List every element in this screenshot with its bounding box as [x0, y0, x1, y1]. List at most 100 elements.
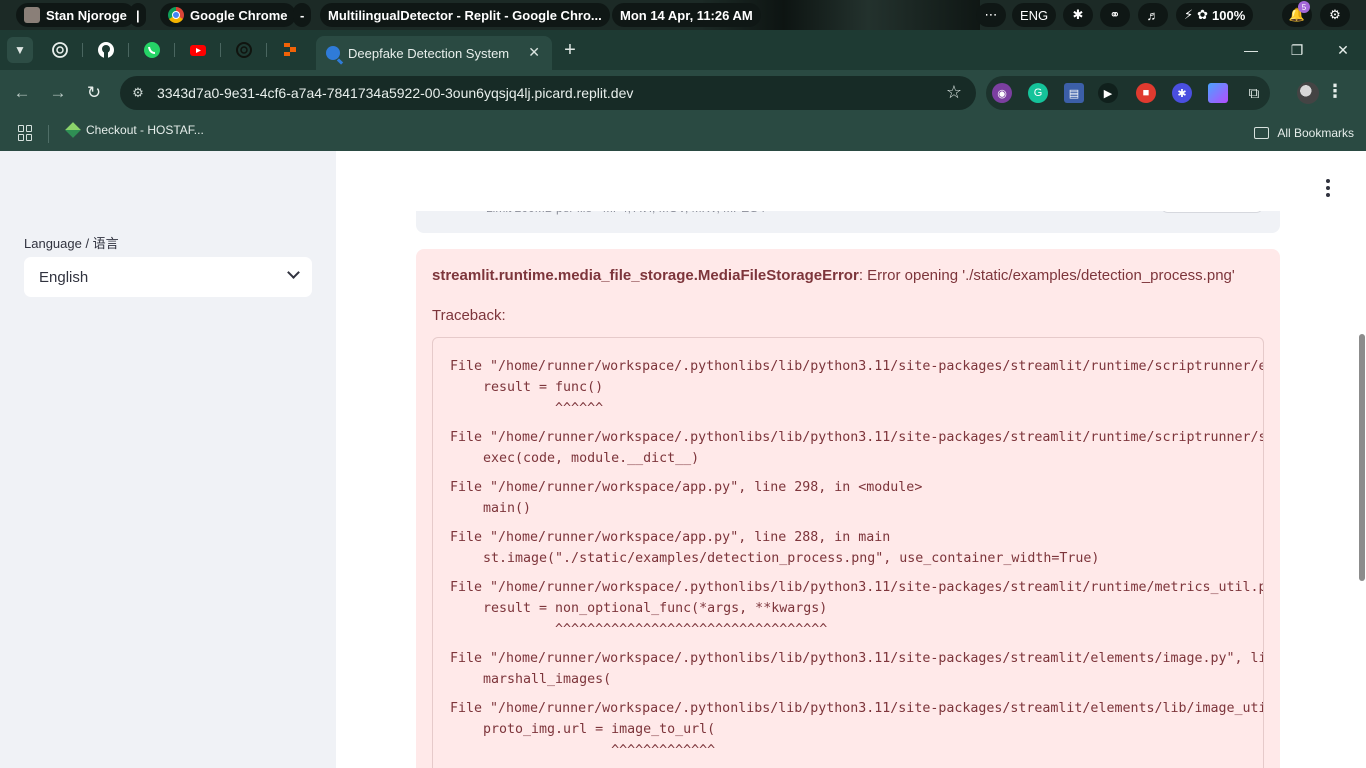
close-icon[interactable]: ✕ — [528, 44, 540, 61]
window-title: MultilingualDetector - Replit - Google C… — [328, 7, 602, 23]
address-bar[interactable]: ⚙ 3343d7a0-9e31-4cf6-a7a4-7841734a5922-0… — [120, 76, 976, 110]
tab-search-button[interactable]: ▼ — [7, 37, 33, 63]
main-content: Limit 200MB per file • MP4, AVI, MOV, MK… — [336, 151, 1366, 768]
minimize-icon[interactable]: — — [1231, 38, 1271, 62]
replit-icon — [284, 43, 296, 56]
language-pill[interactable]: ENG — [1012, 3, 1057, 27]
datetime: Mon 14 Apr, 11:26 AM — [620, 7, 753, 23]
app-pill[interactable]: Google Chrome — [160, 3, 296, 27]
reader-icon[interactable]: ▤ — [1064, 83, 1084, 103]
frame-marker-line: ^^^^^^^^^^^^^ — [483, 743, 716, 758]
sidebar: Language / 语言 English — [0, 151, 336, 768]
traceback-code: File "/home/runner/workspace/.pythonlibs… — [432, 337, 1264, 768]
gradient-icon[interactable] — [1208, 83, 1228, 103]
pinned-tab-whatsapp[interactable] — [141, 39, 163, 61]
frame-file-line: File "/home/runner/workspace/app.py", li… — [450, 480, 923, 495]
language-label: Language / 语言 — [24, 236, 119, 251]
error-box: streamlit.runtime.media_file_storage.Med… — [416, 249, 1280, 768]
frame-code-line: marshall_images( — [483, 672, 612, 687]
page-scrollbar[interactable] — [1359, 334, 1365, 581]
tab-separator — [82, 43, 83, 57]
traceback-label: Traceback: — [432, 307, 506, 324]
url-text[interactable]: 3343d7a0-9e31-4cf6-a7a4-7841734a5922-00-… — [157, 85, 633, 101]
puzzle-icon[interactable]: ⧉ — [1244, 83, 1264, 103]
more-icon-glyph: ⋯ — [984, 7, 998, 22]
cursor-icon[interactable]: ▶ — [1098, 83, 1118, 103]
browser-tab-strip: ▼ Deepfake Detection System ✕ + — ❐ ✕ — [0, 30, 1366, 70]
apps-icon[interactable] — [18, 125, 34, 141]
chevron-down-icon: ▼ — [14, 43, 26, 57]
network-icon[interactable]: ⚭ — [1100, 3, 1130, 27]
profile-avatar[interactable] — [1297, 82, 1319, 104]
active-tab-title: Deepfake Detection System — [348, 45, 510, 61]
datetime-pill[interactable]: Mon 14 Apr, 11:26 AM — [612, 3, 761, 27]
folder-icon — [1254, 127, 1270, 139]
restore-icon[interactable]: ❐ — [1277, 38, 1317, 62]
frame-code-line: st.image("./static/examples/detection_pr… — [483, 551, 1100, 566]
language-select[interactable]: English — [24, 257, 312, 297]
grammarly-icon[interactable]: G — [1028, 83, 1048, 103]
back-icon[interactable]: ← — [10, 81, 34, 105]
language-indicator: ENG — [1020, 7, 1049, 23]
reload-icon[interactable]: ↻ — [82, 81, 106, 105]
bluetooth-icon[interactable]: ✱ — [1063, 3, 1093, 27]
bookmarks-bar: Checkout - HOSTAF... All Bookmarks — [0, 116, 1366, 151]
battery-pill[interactable]: ⚡ ✿ 100% — [1176, 3, 1254, 27]
user-pill[interactable]: Stan Njoroge — [16, 3, 135, 27]
kebab-icon[interactable]: ⋮ — [1326, 81, 1344, 102]
pinned-tab-youtube[interactable] — [187, 39, 209, 61]
power-icon: ⚡ — [1184, 7, 1194, 22]
language-select-value: English — [39, 268, 89, 286]
app-name: Google Chrome — [190, 7, 288, 23]
pinned-tab-github[interactable] — [95, 39, 117, 61]
os-divider-text: | — [136, 7, 140, 23]
os-dash: - — [293, 3, 312, 27]
notifications-icon[interactable]: 🔔 5 — [1282, 1, 1312, 27]
window-close-icon[interactable]: ✕ — [1323, 38, 1363, 62]
extensions-bar: ◉ G ▤ ▶ ■ ✱ ⧉ — [986, 76, 1270, 110]
settings-icon[interactable]: ⚙ — [1320, 3, 1350, 27]
asterisk-icon[interactable]: ✱ — [1172, 83, 1192, 103]
os-divider: | — [130, 3, 146, 27]
frame-file-line: File "/home/runner/workspace/.pythonlibs… — [450, 580, 1264, 595]
more-icon[interactable]: ⋯ — [976, 3, 1006, 27]
frame-code-line: result = func() — [483, 380, 604, 395]
leaf-icon: ✿ — [1197, 7, 1209, 22]
tab-deepfake-detection[interactable]: Deepfake Detection System ✕ — [316, 36, 552, 70]
whatsapp-icon — [144, 42, 160, 58]
frame-file-line: File "/home/runner/workspace/.pythonlibs… — [450, 430, 1263, 445]
eye-icon[interactable]: ◉ — [992, 83, 1012, 103]
bookmarks-separator — [48, 125, 49, 143]
browser-toolbar: ← → ↻ ⚙ 3343d7a0-9e31-4cf6-a7a4-7841734a… — [0, 70, 1366, 116]
tab-separator — [220, 43, 221, 57]
app-menu-kebab-icon[interactable] — [1320, 179, 1336, 197]
volume-icon[interactable]: ♬ — [1138, 3, 1168, 27]
os-taskbar: Stan Njoroge | Google Chrome - Multiling… — [0, 0, 1366, 30]
plus-icon[interactable]: + — [558, 38, 582, 62]
pinned-tab-chatgpt[interactable] — [49, 39, 71, 61]
window-title-pill[interactable]: MultilingualDetector - Replit - Google C… — [320, 3, 610, 27]
frame-code-line: exec(code, module.__dict__) — [483, 451, 700, 466]
forward-icon[interactable]: → — [46, 81, 70, 105]
bookmark-icon — [65, 122, 81, 138]
shield-icon[interactable]: ■ — [1136, 83, 1156, 103]
traceback-frame: File "/home/runner/workspace/.pythonlibs… — [450, 648, 1263, 690]
frame-file-line: File "/home/runner/workspace/app.py", li… — [450, 530, 891, 545]
bookmark-checkout[interactable]: Checkout - HOSTAF... — [65, 122, 204, 138]
os-dash-text: - — [300, 7, 305, 23]
frame-file-line: File "/home/runner/workspace/.pythonlibs… — [450, 359, 1263, 374]
chevron-down-icon — [287, 266, 300, 279]
notification-badge: 5 — [1298, 1, 1310, 13]
all-bookmarks[interactable]: All Bookmarks — [1254, 126, 1354, 140]
user-avatar — [24, 7, 40, 23]
chatgpt-icon — [52, 42, 68, 58]
site-settings-icon[interactable]: ⚙ — [128, 83, 148, 103]
pinned-tab-openai[interactable] — [233, 39, 255, 61]
frame-code-line: proto_img.url = image_to_url( — [483, 722, 716, 737]
openai-icon — [236, 42, 252, 58]
star-icon[interactable]: ☆ — [946, 82, 962, 103]
traceback-frame: File "/home/runner/workspace/.pythonlibs… — [450, 577, 1264, 640]
pinned-tab-replit[interactable] — [279, 39, 301, 61]
frame-marker-line: ^^^^^^ — [483, 401, 604, 416]
chrome-icon — [168, 7, 184, 23]
